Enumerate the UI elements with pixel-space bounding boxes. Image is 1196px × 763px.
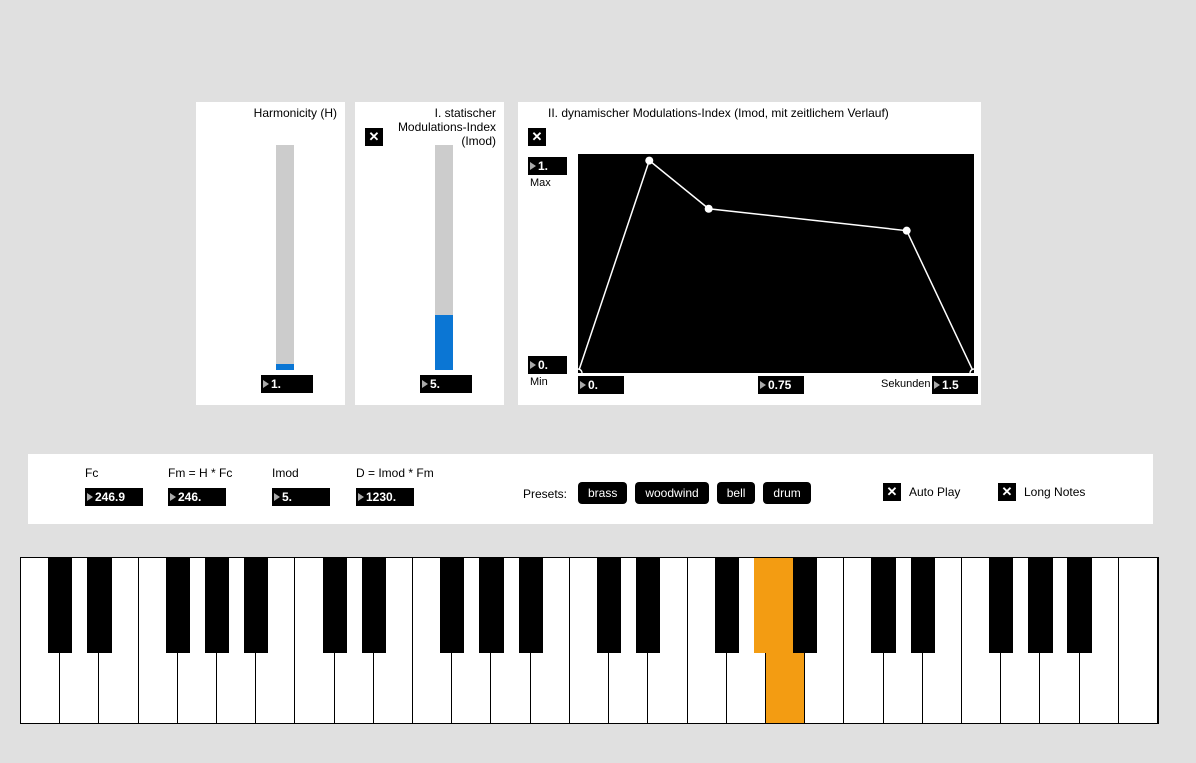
- presets-label: Presets:: [523, 487, 567, 501]
- autoplay-label: Auto Play: [909, 485, 960, 499]
- preset-bell[interactable]: bell: [717, 482, 756, 504]
- white-key[interactable]: [1119, 558, 1158, 723]
- black-key[interactable]: [597, 558, 621, 653]
- black-key[interactable]: [166, 558, 190, 653]
- triangle-icon: [422, 380, 428, 388]
- envelope-seconds-label: Sekunden: [881, 378, 931, 390]
- envelope-ymax-number[interactable]: 1.: [528, 157, 567, 175]
- black-key[interactable]: [362, 558, 386, 653]
- harmonicity-slider[interactable]: [276, 145, 294, 370]
- black-key[interactable]: [519, 558, 543, 653]
- envelope-xmid-value: 0.75: [768, 378, 791, 392]
- envelope-ymin-label: Min: [530, 376, 548, 388]
- param-imod: Imod 5.: [272, 466, 330, 506]
- triangle-icon: [530, 361, 536, 369]
- imod-number[interactable]: 5.: [420, 375, 472, 393]
- envelope-editor[interactable]: [578, 154, 974, 373]
- autoplay-toggle[interactable]: [883, 483, 901, 501]
- triangle-icon: [934, 381, 940, 389]
- triangle-icon: [580, 381, 586, 389]
- param-fm-number[interactable]: 246.: [168, 488, 226, 506]
- black-key[interactable]: [1067, 558, 1091, 653]
- envelope-point[interactable]: [645, 157, 653, 165]
- envelope-ymax-label: Max: [530, 177, 551, 189]
- harmonicity-number[interactable]: 1.: [261, 375, 313, 393]
- harmonicity-title: Harmonicity (H): [204, 106, 337, 120]
- triangle-icon: [358, 493, 364, 501]
- envelope-panel: II. dynamischer Modulations-Index (Imod,…: [518, 102, 981, 405]
- envelope-xmid-number[interactable]: 0.75: [758, 376, 804, 394]
- envelope-xstart-value: 0.: [588, 378, 598, 392]
- preset-drum[interactable]: drum: [763, 482, 810, 504]
- harmonicity-slider-fill: [276, 364, 294, 370]
- black-key[interactable]: [754, 558, 778, 653]
- harmonicity-panel: Harmonicity (H) 1.: [196, 102, 345, 405]
- imod-value: 5.: [430, 377, 440, 391]
- param-d-label: D = Imod * Fm: [356, 466, 434, 480]
- option-autoplay: Auto Play: [883, 483, 960, 501]
- black-key[interactable]: [244, 558, 268, 653]
- envelope-ymin-number[interactable]: 0.: [528, 356, 567, 374]
- envelope-point[interactable]: [903, 227, 911, 235]
- black-key[interactable]: [479, 558, 503, 653]
- black-key[interactable]: [1028, 558, 1052, 653]
- envelope-point[interactable]: [578, 369, 582, 373]
- param-fc: Fc 246.9: [85, 466, 143, 506]
- triangle-icon: [760, 381, 766, 389]
- envelope-point[interactable]: [970, 369, 974, 373]
- envelope-xend-value: 1.5: [942, 378, 959, 392]
- param-fm-label: Fm = H * Fc: [168, 466, 232, 480]
- black-key[interactable]: [911, 558, 935, 653]
- black-key[interactable]: [989, 558, 1013, 653]
- envelope-toggle[interactable]: [528, 128, 546, 146]
- black-key[interactable]: [871, 558, 895, 653]
- param-fm-value: 246.: [178, 490, 201, 504]
- imod-static-panel: I. statischer Modulations-Index (Imod) 5…: [355, 102, 504, 405]
- preset-brass[interactable]: brass: [578, 482, 627, 504]
- envelope-ymin-value: 0.: [538, 358, 548, 372]
- preset-woodwind[interactable]: woodwind: [635, 482, 708, 504]
- triangle-icon: [263, 380, 269, 388]
- black-key[interactable]: [48, 558, 72, 653]
- param-fm: Fm = H * Fc 246.: [168, 466, 232, 506]
- option-longnotes: Long Notes: [998, 483, 1085, 501]
- black-key[interactable]: [323, 558, 347, 653]
- triangle-icon: [530, 162, 536, 170]
- param-imod-value: 5.: [282, 490, 292, 504]
- black-key[interactable]: [715, 558, 739, 653]
- presets-row: brass woodwind bell drum: [578, 482, 811, 504]
- triangle-icon: [170, 493, 176, 501]
- param-fc-number[interactable]: 246.9: [85, 488, 143, 506]
- black-key[interactable]: [87, 558, 111, 653]
- param-d-value: 1230.: [366, 490, 396, 504]
- param-fc-value: 246.9: [95, 490, 125, 504]
- black-key[interactable]: [636, 558, 660, 653]
- longnotes-toggle[interactable]: [998, 483, 1016, 501]
- imod-slider[interactable]: [435, 145, 453, 370]
- parameter-bar: Fc 246.9 Fm = H * Fc 246. Imod 5. D = Im…: [28, 454, 1153, 524]
- envelope-xend-number[interactable]: 1.5: [932, 376, 978, 394]
- imod-slider-fill: [435, 315, 453, 370]
- imod-static-toggle[interactable]: [365, 128, 383, 146]
- black-key[interactable]: [205, 558, 229, 653]
- triangle-icon: [87, 493, 93, 501]
- piano-keyboard[interactable]: [20, 557, 1159, 724]
- longnotes-label: Long Notes: [1024, 485, 1085, 499]
- param-d: D = Imod * Fm 1230.: [356, 466, 434, 506]
- param-d-number[interactable]: 1230.: [356, 488, 414, 506]
- param-fc-label: Fc: [85, 466, 143, 480]
- param-imod-label: Imod: [272, 466, 330, 480]
- harmonicity-value: 1.: [271, 377, 281, 391]
- param-imod-number[interactable]: 5.: [272, 488, 330, 506]
- black-key[interactable]: [793, 558, 817, 653]
- black-key[interactable]: [440, 558, 464, 653]
- triangle-icon: [274, 493, 280, 501]
- envelope-xstart-number[interactable]: 0.: [578, 376, 624, 394]
- envelope-title: II. dynamischer Modulations-Index (Imod,…: [548, 106, 968, 120]
- envelope-ymax-value: 1.: [538, 159, 548, 173]
- envelope-point[interactable]: [705, 205, 713, 213]
